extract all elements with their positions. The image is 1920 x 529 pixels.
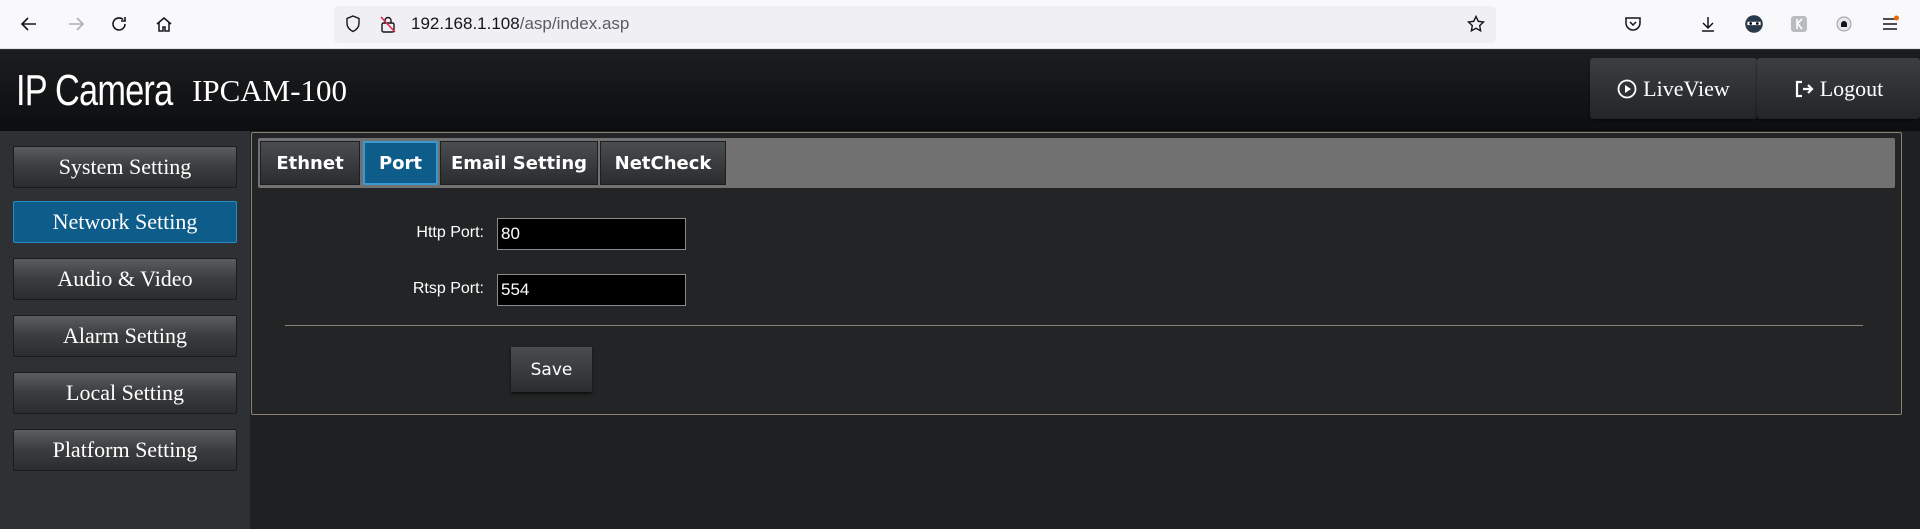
back-arrow-icon <box>20 17 36 31</box>
extension-k-icon[interactable] <box>1787 12 1811 36</box>
save-button[interactable]: Save <box>511 347 592 392</box>
sidebar-item-audio-video[interactable]: Audio & Video <box>13 258 237 300</box>
sidebar-item-platform-setting[interactable]: Platform Setting <box>13 429 237 471</box>
tab-email-setting[interactable]: Email Setting <box>440 141 598 185</box>
url-path: /asp/index.asp <box>519 14 630 33</box>
main-content: Ethnet Port Email Setting NetCheck Http … <box>250 131 1920 529</box>
home-icon <box>156 17 172 32</box>
liveview-label: LiveView <box>1643 75 1730 101</box>
bookmark-star-icon[interactable] <box>1465 13 1487 35</box>
forward-button[interactable] <box>61 9 91 39</box>
shield-icon[interactable] <box>342 13 364 35</box>
pocket-icon[interactable] <box>1621 12 1645 36</box>
http-port-label: Http Port: <box>416 224 484 241</box>
reload-icon <box>112 17 126 31</box>
device-model: IPCAM-100 <box>192 73 348 108</box>
extension-shield-icon[interactable] <box>1832 12 1856 36</box>
logout-icon <box>1795 80 1814 97</box>
tab-port[interactable]: Port <box>363 141 438 185</box>
url-host: 192.168.1.108 <box>411 14 520 33</box>
menu-hamburger-icon[interactable] <box>1878 12 1902 36</box>
back-button[interactable] <box>14 9 44 39</box>
rtsp-port-label: Rtsp Port: <box>412 280 484 297</box>
tab-netcheck[interactable]: NetCheck <box>600 141 726 185</box>
divider <box>285 325 1863 326</box>
app-header: IP Camera IPCAM-100 LiveView Logout <box>0 50 1920 131</box>
tab-ethnet[interactable]: Ethnet <box>260 141 360 185</box>
play-circle-icon <box>1617 79 1637 98</box>
browser-toolbar: 192.168.1.108/asp/index.asp <box>0 0 1920 49</box>
sidebar-item-network-setting[interactable]: Network Setting <box>13 201 237 243</box>
settings-panel: Ethnet Port Email Setting NetCheck Http … <box>251 132 1902 415</box>
extension-spy-icon[interactable] <box>1742 12 1766 36</box>
tab-bar: Ethnet Port Email Setting NetCheck <box>258 138 1895 188</box>
sidebar-item-local-setting[interactable]: Local Setting <box>13 372 237 414</box>
sidebar-item-alarm-setting[interactable]: Alarm Setting <box>13 315 237 357</box>
liveview-button[interactable]: LiveView <box>1590 58 1757 119</box>
sidebar: System Setting Network Setting Audio & V… <box>0 131 250 529</box>
logout-button[interactable]: Logout <box>1757 58 1920 119</box>
http-port-input[interactable] <box>497 218 686 250</box>
reload-button[interactable] <box>104 9 134 39</box>
forward-arrow-icon <box>69 17 85 31</box>
insecure-lock-icon[interactable] <box>377 13 399 35</box>
sidebar-item-system-setting[interactable]: System Setting <box>13 146 237 188</box>
logout-label: Logout <box>1819 75 1884 101</box>
logo: IP Camera <box>16 66 173 115</box>
url-text[interactable]: 192.168.1.108/asp/index.asp <box>411 14 629 34</box>
rtsp-port-input[interactable] <box>497 274 686 306</box>
home-button[interactable] <box>149 9 179 39</box>
downloads-icon[interactable] <box>1696 12 1720 36</box>
